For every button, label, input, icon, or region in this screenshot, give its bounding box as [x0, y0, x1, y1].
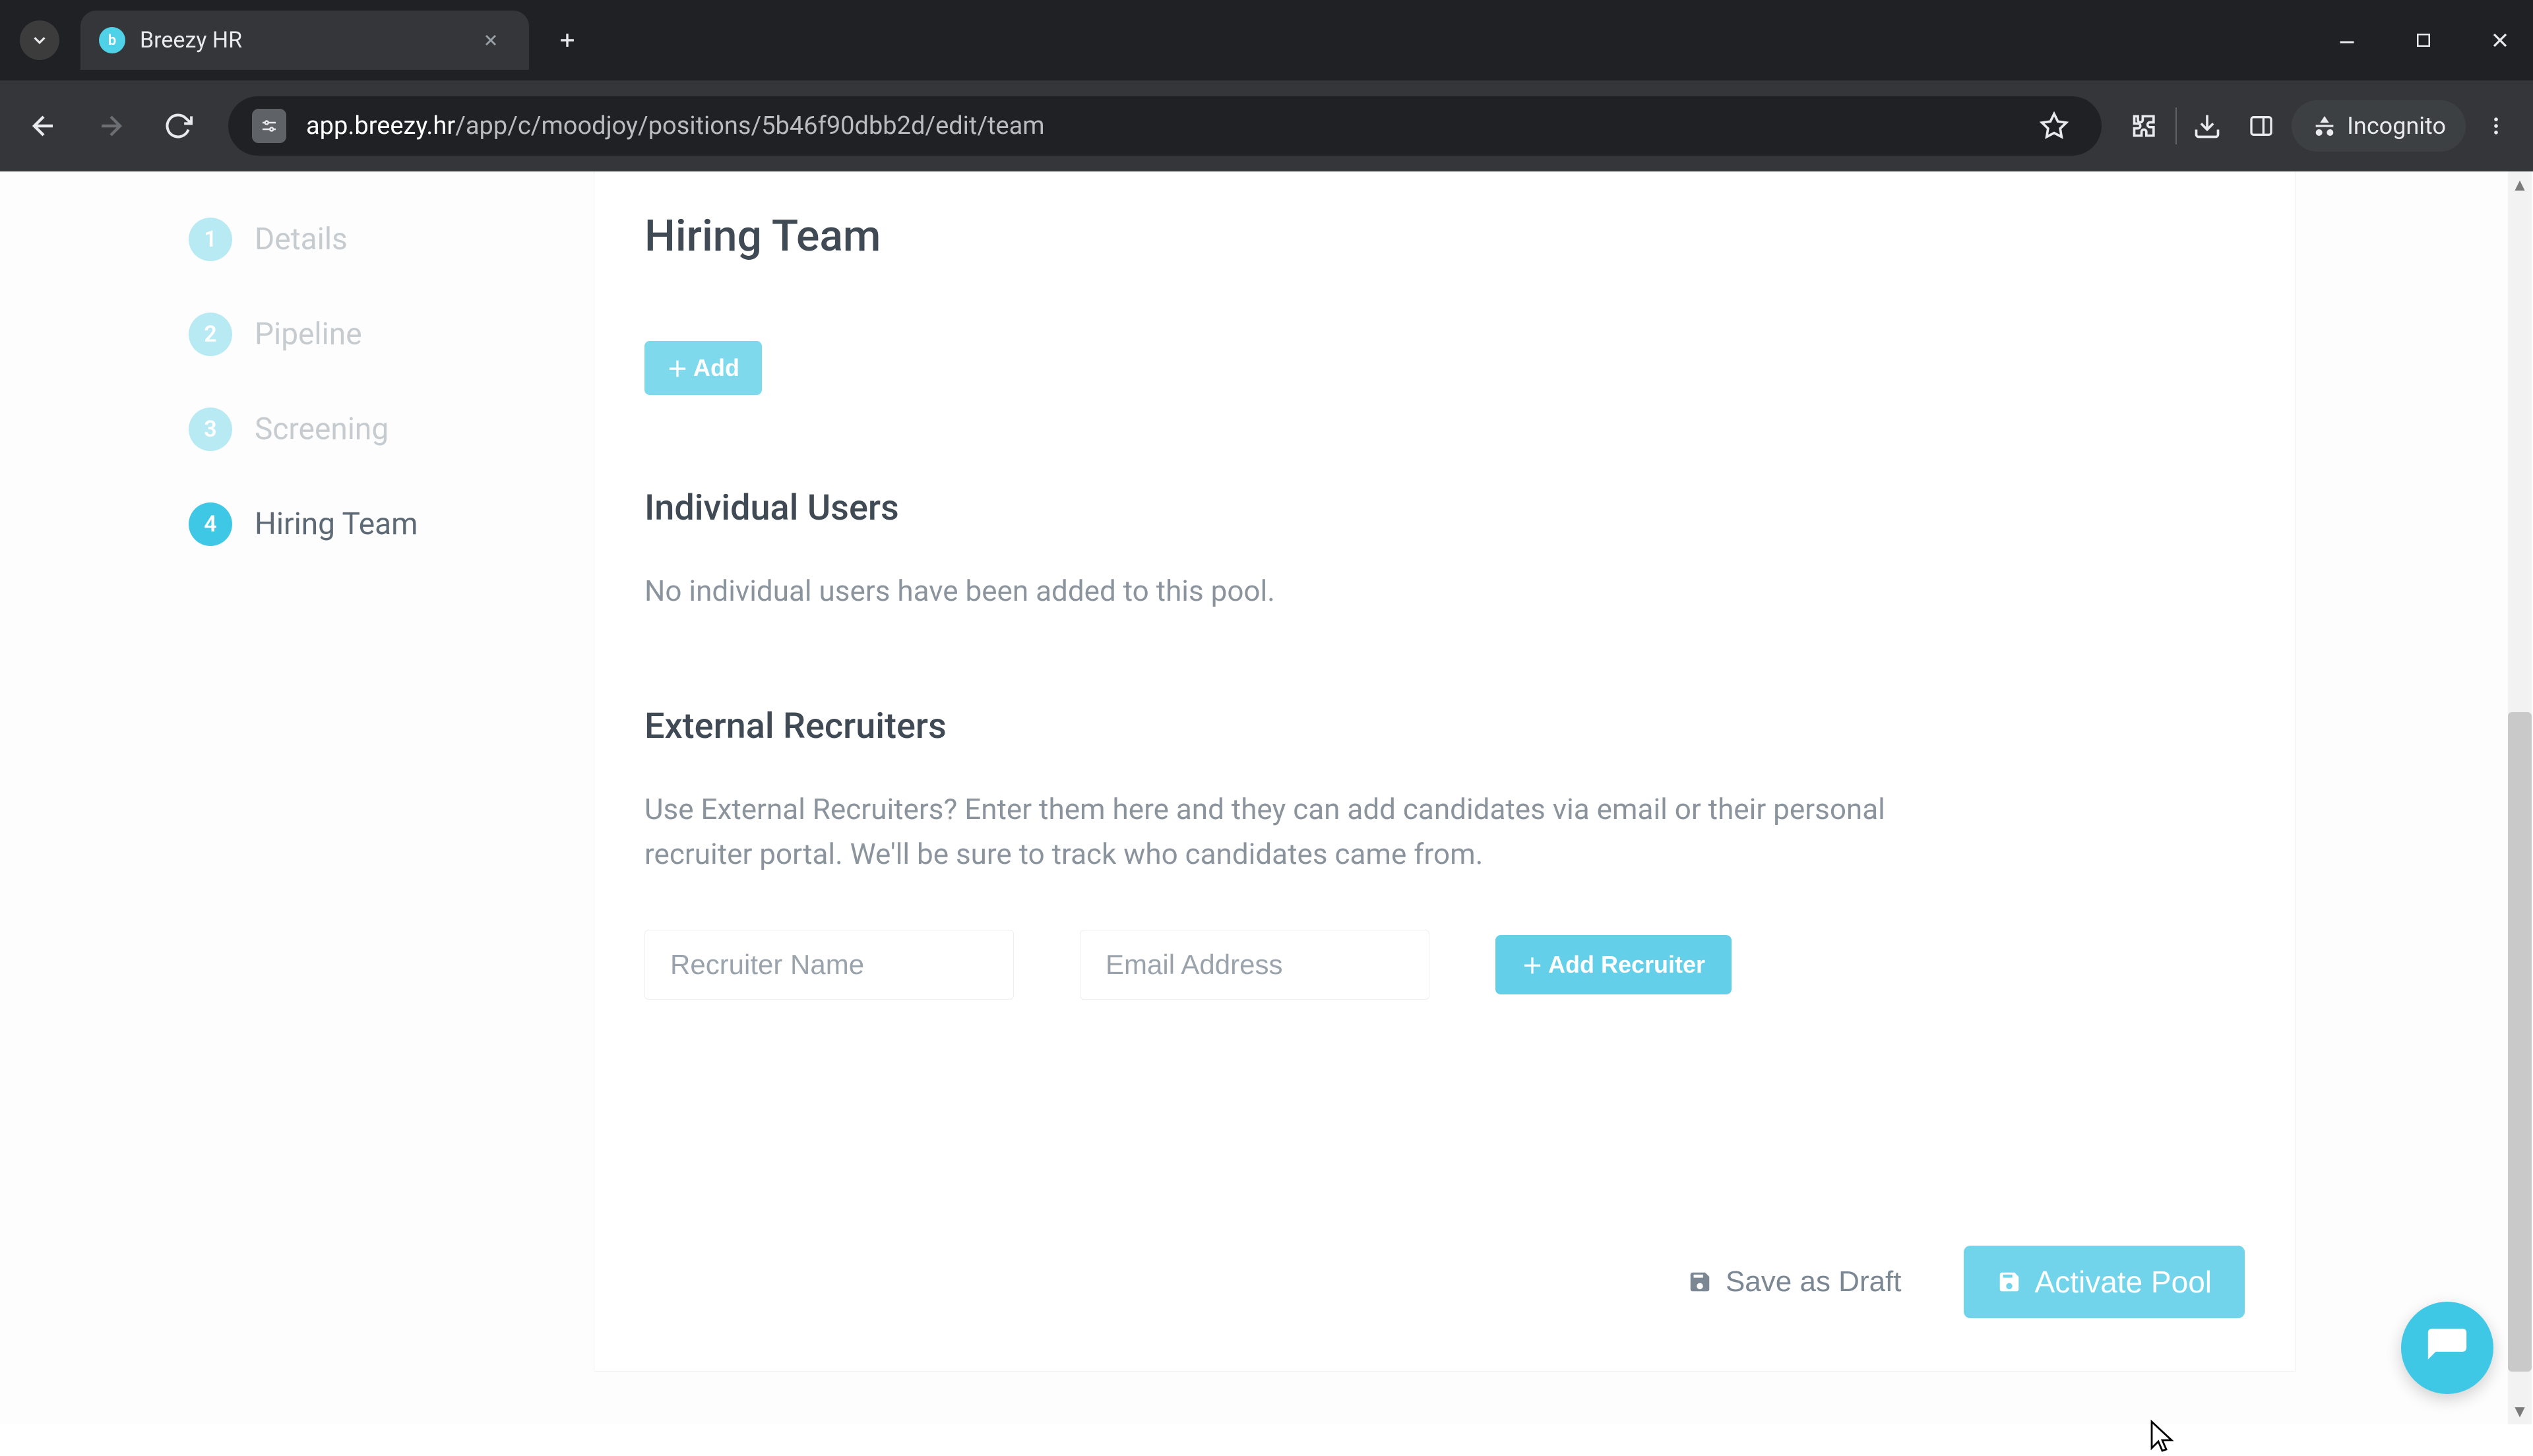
- extensions-button[interactable]: [2121, 102, 2169, 150]
- add-button-label: Add: [693, 354, 739, 382]
- nav-back-button[interactable]: [13, 96, 74, 156]
- puzzle-icon: [2131, 111, 2160, 140]
- add-button[interactable]: ＋ Add: [644, 341, 762, 395]
- arrow-left-icon: [28, 110, 59, 142]
- wizard-step-screening[interactable]: 3 Screening: [189, 408, 558, 451]
- individual-users-empty-text: No individual users have been added to t…: [644, 568, 1898, 613]
- activate-pool-button[interactable]: Activate Pool: [1964, 1246, 2245, 1318]
- wizard-step-pipeline[interactable]: 2 Pipeline: [189, 313, 558, 356]
- url-path: /app/c/moodjoy/positions/5b46f90dbb2d/ed…: [455, 111, 1044, 140]
- window-controls: [2327, 0, 2520, 80]
- external-recruiters-title: External Recruiters: [644, 706, 2245, 747]
- save-draft-button[interactable]: Save as Draft: [1687, 1265, 1902, 1298]
- downloads-button[interactable]: [2183, 102, 2231, 150]
- tab-favicon: b: [99, 27, 125, 53]
- star-icon: [2040, 111, 2069, 140]
- incognito-label: Incognito: [2347, 112, 2446, 140]
- individual-users-title: Individual Users: [644, 487, 2245, 529]
- footer-actions: Save as Draft Activate Pool: [594, 1246, 2295, 1371]
- site-info-button[interactable]: [252, 109, 286, 143]
- scroll-down-button[interactable]: ▼: [2508, 1399, 2532, 1423]
- plus-icon: [556, 29, 579, 51]
- tab-search-button[interactable]: [20, 20, 59, 60]
- tab-close-button[interactable]: [476, 26, 505, 55]
- plus-icon: ＋: [1522, 950, 1543, 980]
- add-recruiter-label: Add Recruiter: [1548, 951, 1705, 979]
- wizard-step-details[interactable]: 1 Details: [189, 218, 558, 261]
- mouse-cursor: [2145, 1419, 2177, 1456]
- recruiter-input-row: ＋ Add Recruiter: [644, 930, 2245, 1000]
- kebab-icon: [2485, 115, 2507, 137]
- chat-icon: [2424, 1325, 2470, 1371]
- add-recruiter-button[interactable]: ＋ Add Recruiter: [1495, 935, 1732, 994]
- wizard-step-hiring-team[interactable]: 4 Hiring Team: [189, 502, 558, 546]
- wizard-sidebar: 1 Details 2 Pipeline 3 Screening 4 Hirin…: [189, 218, 558, 546]
- panel-icon: [2248, 113, 2274, 139]
- recruiter-name-input[interactable]: [644, 930, 1014, 1000]
- chat-widget-button[interactable]: [2401, 1302, 2493, 1394]
- close-icon: [2488, 28, 2512, 52]
- window-maximize-button[interactable]: [2404, 20, 2443, 60]
- save-icon: [1997, 1269, 2022, 1294]
- incognito-icon: [2311, 113, 2338, 139]
- external-recruiters-description: Use External Recruiters? Enter them here…: [644, 787, 1898, 876]
- recruiter-email-input[interactable]: [1080, 930, 1429, 1000]
- save-icon: [1687, 1269, 1712, 1294]
- external-recruiters-section: External Recruiters Use External Recruit…: [644, 706, 2245, 999]
- plus-icon: ＋: [667, 353, 688, 383]
- step-label: Pipeline: [255, 317, 362, 352]
- step-number-badge: 3: [189, 408, 232, 451]
- save-draft-label: Save as Draft: [1726, 1265, 1902, 1298]
- step-number-badge: 2: [189, 313, 232, 356]
- page-viewport: 1 Details 2 Pipeline 3 Screening 4 Hirin…: [0, 171, 2533, 1424]
- step-label: Details: [255, 222, 348, 257]
- browser-toolbar: app.breezy.hr/app/c/moodjoy/positions/5b…: [0, 80, 2533, 171]
- tune-icon: [259, 116, 279, 136]
- tab-title: Breezy HR: [140, 27, 476, 53]
- address-bar[interactable]: app.breezy.hr/app/c/moodjoy/positions/5b…: [228, 96, 2102, 156]
- minimize-icon: [2335, 28, 2359, 52]
- browser-menu-button[interactable]: [2472, 102, 2520, 150]
- activate-pool-label: Activate Pool: [2035, 1264, 2212, 1300]
- window-minimize-button[interactable]: [2327, 20, 2367, 60]
- chevron-down-icon: [30, 30, 49, 50]
- reload-icon: [164, 111, 193, 140]
- window-close-button[interactable]: [2480, 20, 2520, 60]
- scrollbar-thumb[interactable]: [2508, 712, 2532, 1372]
- page-title: Hiring Team: [644, 211, 2245, 262]
- individual-users-section: Individual Users No individual users hav…: [644, 487, 2245, 613]
- url-host: app.breezy.hr: [306, 111, 455, 140]
- side-panel-button[interactable]: [2237, 102, 2285, 150]
- close-icon: [482, 31, 500, 49]
- new-tab-button[interactable]: [549, 22, 586, 59]
- main-panel: Hiring Team ＋ Add Individual Users No in…: [594, 171, 2296, 1372]
- step-number-badge: 1: [189, 218, 232, 261]
- nav-reload-button[interactable]: [148, 96, 208, 156]
- toolbar-divider: [2175, 107, 2177, 144]
- maximize-icon: [2414, 30, 2433, 50]
- step-label: Hiring Team: [255, 506, 418, 542]
- download-icon: [2193, 111, 2222, 140]
- scroll-up-button[interactable]: ▲: [2508, 173, 2532, 197]
- step-number-badge: 4: [189, 502, 232, 546]
- step-label: Screening: [255, 411, 389, 447]
- bookmark-button[interactable]: [2030, 102, 2078, 150]
- nav-forward-button[interactable]: [80, 96, 141, 156]
- tab-strip: b Breezy HR: [0, 0, 2533, 80]
- browser-chrome: b Breezy HR: [0, 0, 2533, 171]
- incognito-badge[interactable]: Incognito: [2292, 100, 2466, 152]
- browser-tab[interactable]: b Breezy HR: [80, 11, 529, 70]
- arrow-right-icon: [95, 110, 127, 142]
